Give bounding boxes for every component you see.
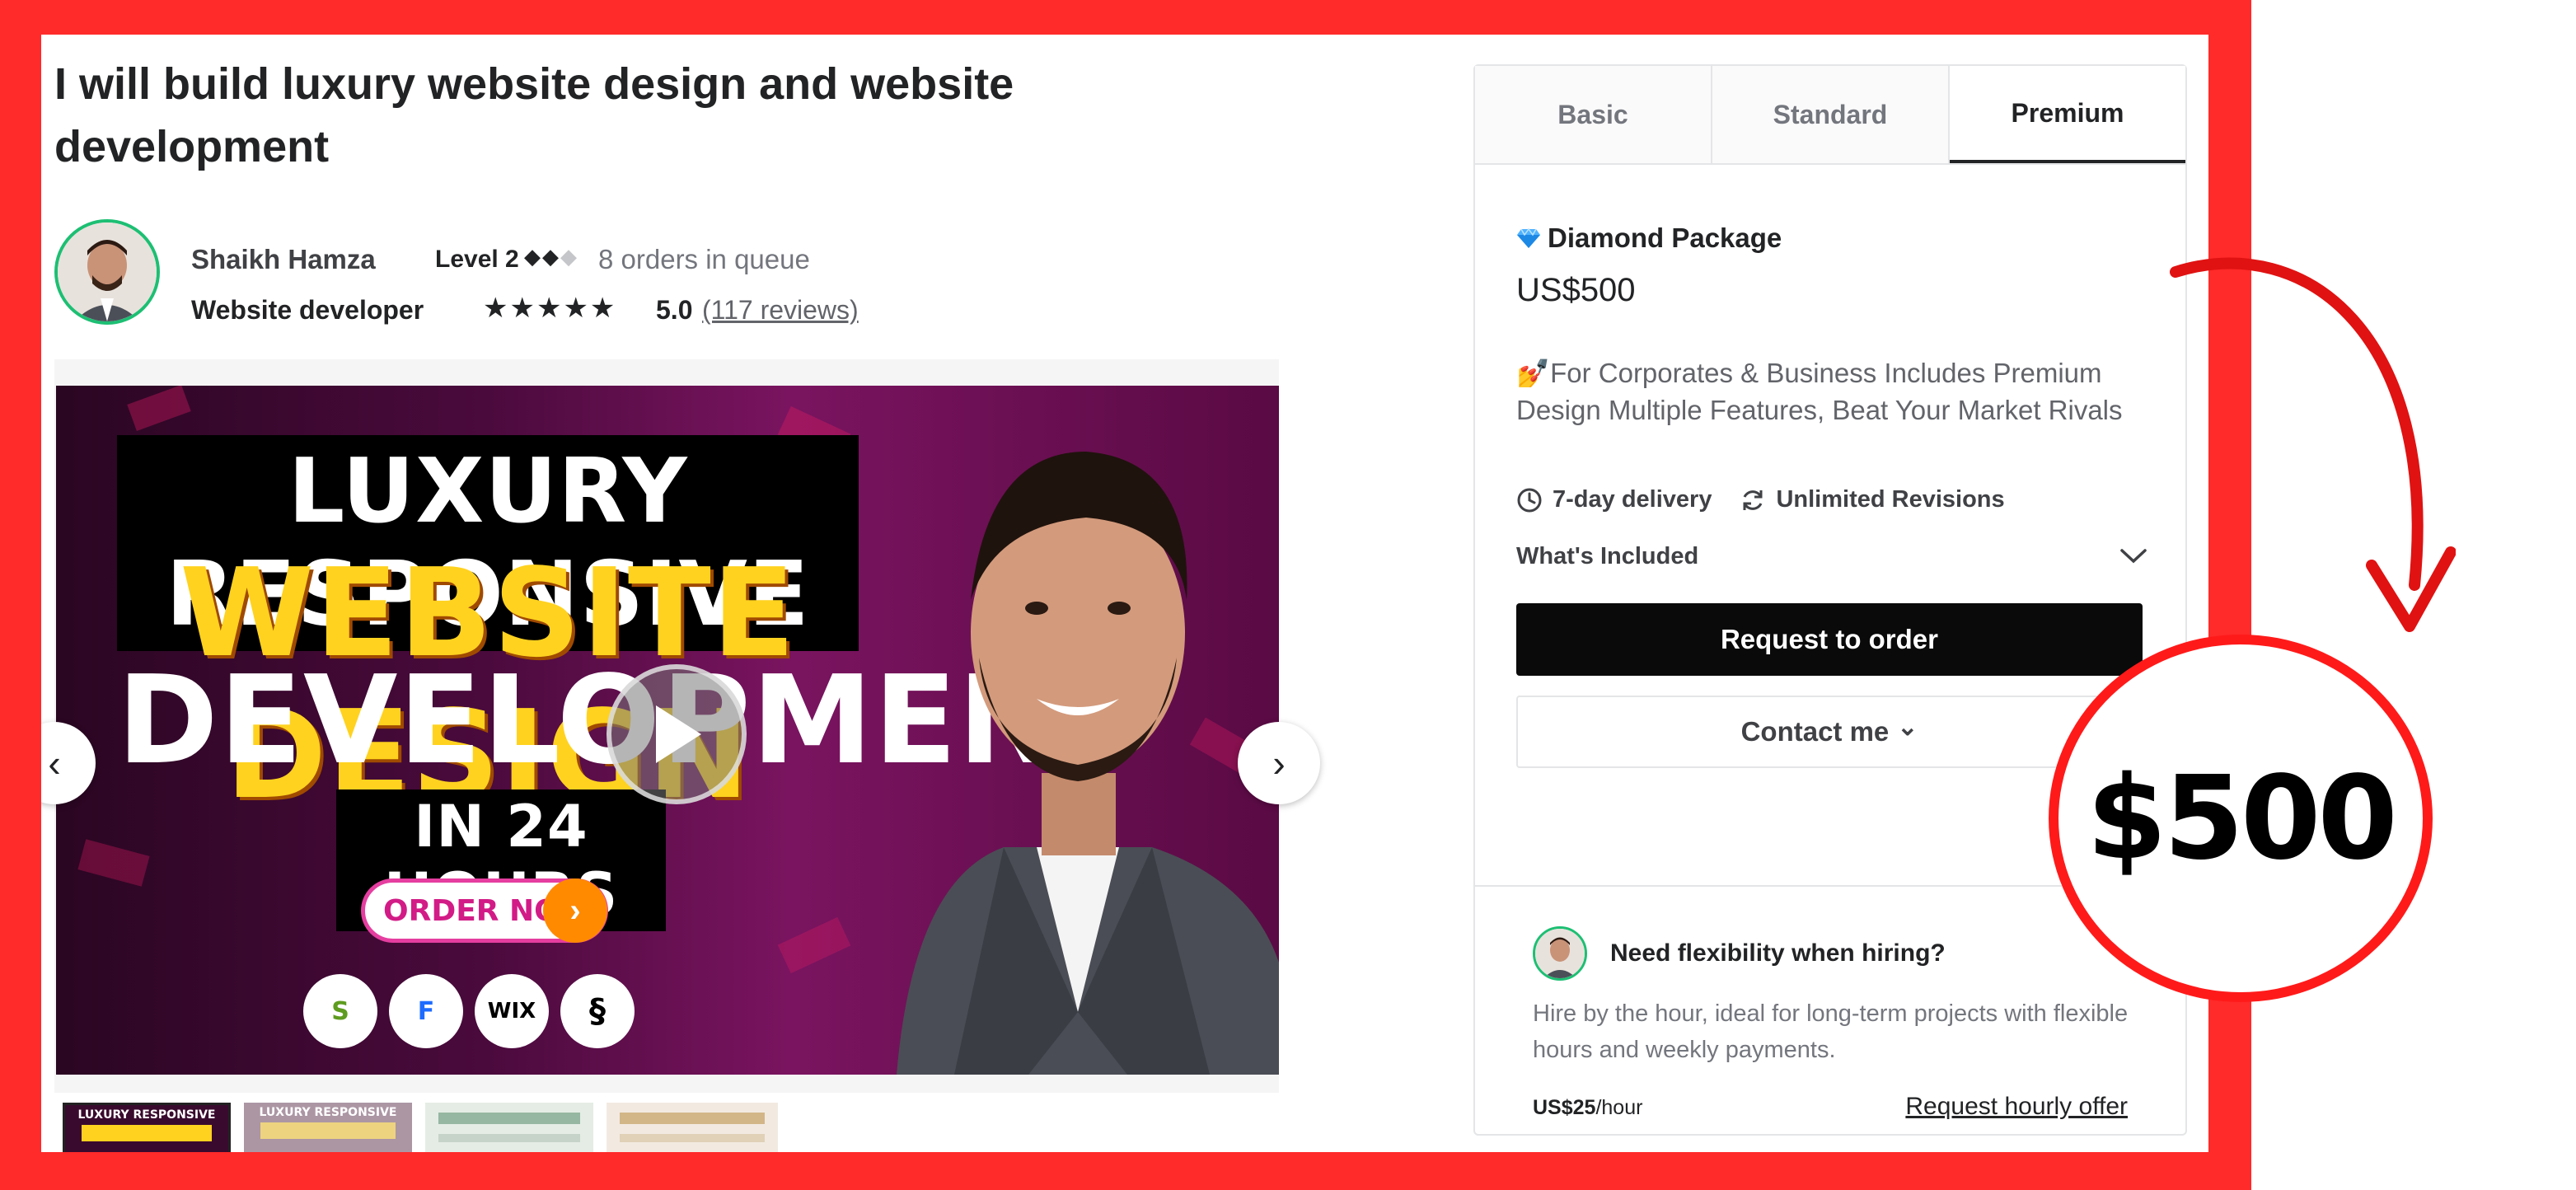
reviews-link[interactable]: (117 reviews) [702, 295, 859, 326]
flexibility-title: Need flexibility when hiring? [1610, 939, 1946, 967]
video-play-button[interactable] [607, 664, 747, 804]
hourly-rate-unit: /hour [1595, 1096, 1643, 1119]
price-highlight-text: $500 [2087, 751, 2398, 886]
seller-portrait-icon [58, 223, 157, 321]
orders-in-queue: 8 orders in queue [598, 244, 810, 274]
delivery-info: 7-day delivery Unlimited Revisions [1516, 486, 2033, 513]
package-name: Diamond Package [1548, 223, 1782, 253]
diamond-icon [1517, 227, 1540, 248]
revisions-label: Unlimited Revisions [1776, 486, 2005, 513]
flexibility-description: Hire by the hour, ideal for long-term pr… [1533, 1000, 2129, 1063]
gallery-thumbnails: LUXURY RESPONSIVE LUXURY RESPONSIVE [63, 1103, 804, 1152]
request-to-order-button[interactable]: Request to order [1516, 603, 2143, 676]
tab-premium[interactable]: Premium [1950, 66, 2185, 163]
revisions: Unlimited Revisions [1740, 486, 2005, 513]
level-diamonds-empty: ◆ [560, 244, 578, 269]
seller-name[interactable]: Shaikh Hamza [191, 244, 376, 275]
package-tabs: Basic Standard Premium [1475, 66, 2185, 165]
delivery-time: 7-day delivery [1516, 486, 1712, 513]
gallery-next-button[interactable]: › [1238, 722, 1320, 804]
gig-title: I will build luxury website design and w… [54, 59, 1014, 171]
tab-standard[interactable]: Standard [1712, 66, 1950, 163]
level-diamonds-icon: ◆◆◆ [524, 244, 578, 269]
seller-level: Level 2 [435, 246, 519, 273]
wix-logo-icon: WIX [475, 974, 549, 1048]
seller-portrait-small-icon [1535, 929, 1585, 978]
thumbnail-1-label: LUXURY RESPONSIVE [77, 1108, 216, 1122]
hourly-rate-value: US$25 [1533, 1096, 1596, 1119]
gallery-thumbnail-3[interactable] [425, 1103, 593, 1152]
hourly-rate: US$25/hour [1533, 1096, 1642, 1120]
clock-icon [1517, 488, 1542, 512]
thumbnail-order-now: ORDER NOW › [361, 878, 608, 943]
rating-stars-icon: ★★★★★ [483, 293, 617, 324]
thumbnail-2-label: LUXURY RESPONSIVE [259, 1106, 397, 1119]
seller-role: Website developer [191, 295, 424, 325]
rating-score: 5.0 [656, 295, 693, 325]
package-description: 💅For Corporates & Business Includes Prem… [1516, 358, 2123, 425]
chevron-down-icon [2120, 549, 2147, 564]
whats-included-label: What's Included [1516, 542, 1699, 569]
whats-included-toggle[interactable]: What's Included [1516, 536, 2147, 577]
squarespace-logo-icon: § [560, 974, 635, 1048]
package-price: US$500 [1516, 272, 1636, 308]
play-icon [656, 705, 701, 763]
contact-me-label: Contact me [1740, 716, 1890, 747]
tab-basic[interactable]: Basic [1475, 66, 1712, 163]
gig-page: I will build luxury website design and w… [41, 35, 2208, 1152]
developer-photo [897, 452, 1279, 1075]
thumbnail-line-3: DEVELOPMENT [117, 649, 1144, 791]
price-highlight-circle: $500 [2049, 635, 2433, 1002]
contact-me-button[interactable]: Contact me ⌄ [1516, 696, 2143, 768]
framer-logo-icon: F [389, 974, 463, 1048]
refresh-icon [1743, 490, 1763, 510]
gallery-main-image[interactable]: LUXURY RESPONSIVE WEBSITE DESIGN DEVELOP… [56, 386, 1279, 1075]
package-panel: Basic Standard Premium Diamond Package U… [1473, 64, 2187, 1136]
annotation-arrow-icon [2170, 257, 2456, 632]
gallery-thumbnail-4[interactable] [607, 1103, 778, 1152]
flexibility-avatar [1533, 926, 1587, 981]
level-diamonds-filled: ◆◆ [524, 244, 560, 269]
seller-avatar[interactable] [54, 219, 160, 325]
seller-overview: Shaikh Hamza Level 2 ◆◆◆ 8 orders in que… [54, 209, 1290, 325]
screenshot-canvas: I will build luxury website design and w… [0, 0, 2576, 1190]
delivery-time-label: 7-day delivery [1553, 486, 1712, 513]
gallery-thumbnail-1[interactable]: LUXURY RESPONSIVE [63, 1103, 231, 1152]
package-name-row: Diamond Package [1516, 223, 1782, 254]
request-hourly-offer-link[interactable]: Request hourly offer [1905, 1093, 2128, 1121]
gallery-thumbnail-2[interactable]: LUXURY RESPONSIVE [244, 1103, 412, 1152]
thumbnail-arrow-icon: › [543, 878, 607, 943]
contact-chevron-icon: ⌄ [1897, 713, 1918, 741]
shopify-logo-icon: S [303, 974, 377, 1048]
